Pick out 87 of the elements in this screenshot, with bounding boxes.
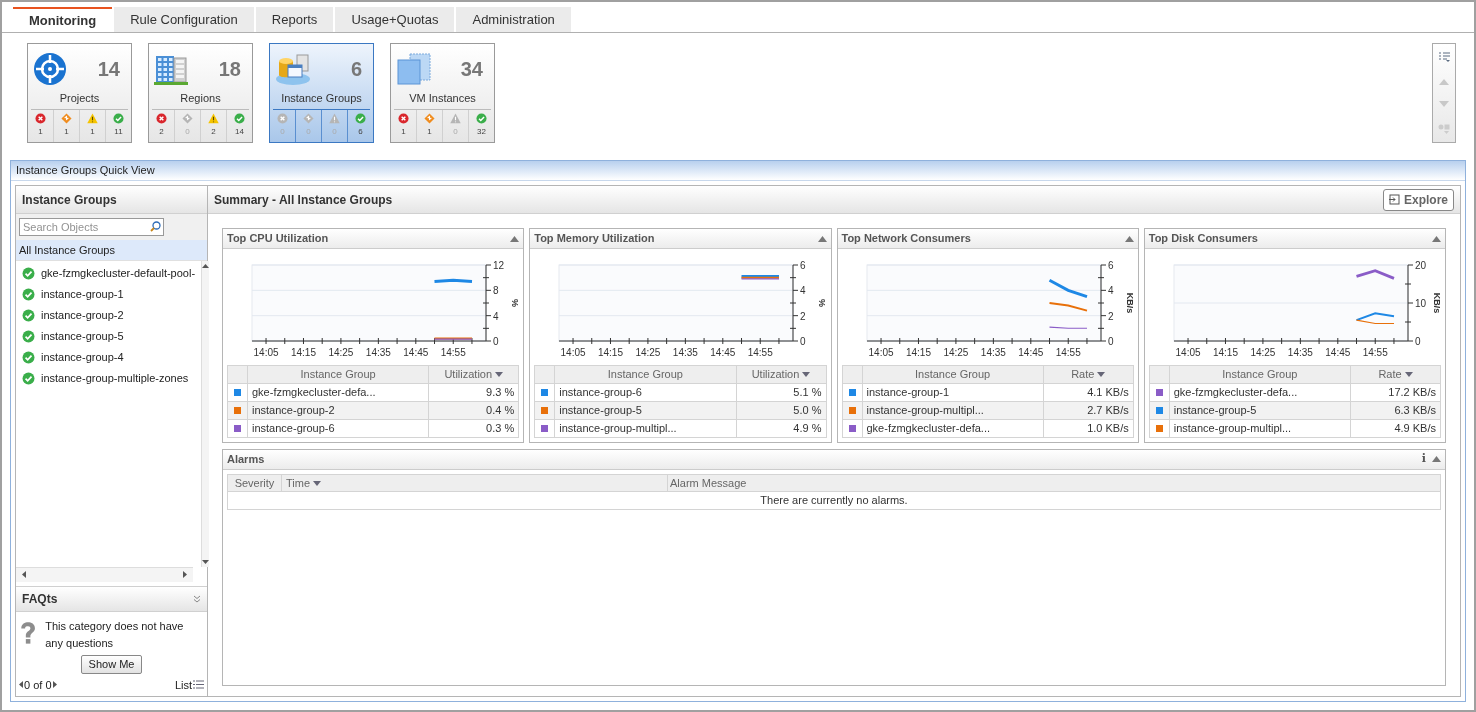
x-tick-label: 14:35	[1287, 347, 1313, 358]
panel-title: Instance Groups Quick View	[16, 163, 155, 179]
y-tick-label: 4	[800, 285, 806, 297]
x-tick-label: 14:05	[560, 347, 586, 358]
y-tick-label: 2	[1107, 310, 1114, 322]
y-tick-label: 8	[493, 285, 499, 297]
table-cell: 5.0 %	[736, 401, 826, 419]
panel-title: Alarms	[227, 451, 265, 467]
x-tick-label: 14:15	[1212, 347, 1238, 358]
tile-count: 14	[97, 56, 121, 82]
y-tick-label: 20	[1414, 260, 1426, 271]
y-tick-label: 6	[800, 260, 806, 271]
table-cell: 17.2 KB/s	[1350, 383, 1441, 401]
y-axis-label: %	[817, 299, 826, 307]
table-cell: 6.3 KB/s	[1350, 401, 1441, 419]
table-cell: instance-group-6	[554, 383, 736, 401]
x-tick-label: 14:25	[635, 347, 661, 358]
table-cell: 9.3 %	[428, 383, 519, 401]
x-tick-label: 14:15	[598, 347, 624, 358]
empty-message: There are currently no alarms.	[227, 491, 1441, 510]
x-tick-label: 14:35	[365, 347, 391, 358]
y-tick-label: 10	[1414, 298, 1426, 309]
table-cell: 4.9 KB/s	[1350, 419, 1441, 437]
table-cell: 4.9 %	[736, 419, 826, 437]
y-tick-label: 0	[493, 336, 499, 347]
x-tick-label: 14:35	[673, 347, 699, 358]
table-cell: instance-group-5	[1169, 401, 1351, 419]
x-tick-label: 14:05	[253, 347, 279, 358]
x-tick-label: 14:15	[905, 347, 931, 358]
y-axis-label: KB/s	[1124, 292, 1133, 314]
table-cell: instance-group-2	[247, 401, 429, 419]
table-cell: 5.1 %	[736, 383, 826, 401]
tile-label: VM Instances	[408, 91, 477, 106]
x-tick-label: 14:55	[440, 347, 466, 358]
x-tick-label: 14:55	[748, 347, 774, 358]
table-cell: 4.1 KB/s	[1043, 383, 1134, 401]
table-cell: gke-fzmgkecluster-defa...	[247, 383, 429, 401]
y-tick-label: 4	[493, 310, 499, 322]
x-tick-label: 14:55	[1055, 347, 1081, 358]
panel-title: Top Memory Utilization	[534, 231, 655, 247]
table-cell: 1.0 KB/s	[1043, 419, 1134, 437]
x-tick-label: 14:15	[291, 347, 317, 358]
table-cell: instance-group-multipl...	[554, 419, 736, 437]
x-tick-label: 14:45	[710, 347, 736, 358]
tile-label: Regions	[179, 91, 222, 106]
y-tick-label: 4	[1107, 285, 1114, 297]
tile-count: 18	[218, 56, 242, 82]
x-tick-label: 14:55	[1362, 347, 1388, 358]
x-tick-label: 14:25	[1250, 347, 1276, 358]
y-tick-label: 0	[1414, 336, 1421, 347]
y-axis-label: KB/s	[1431, 292, 1440, 314]
table-cell: 0.4 %	[428, 401, 519, 419]
x-tick-label: 14:25	[943, 347, 969, 358]
table-cell: 0.3 %	[428, 419, 519, 437]
y-tick-label: 0	[1107, 336, 1114, 347]
x-tick-label: 14:05	[868, 347, 894, 358]
tile-count: 34	[460, 56, 484, 82]
summary-title: Summary - All Instance Groups	[214, 191, 393, 209]
x-tick-label: 14:45	[403, 347, 429, 358]
pager-label: 0 of 0	[24, 677, 52, 693]
panel-title: Top Network Consumers	[841, 231, 971, 247]
y-tick-label: 2	[800, 310, 806, 322]
table-cell: instance-group-multipl...	[1169, 419, 1351, 437]
panel-title: Top CPU Utilization	[227, 231, 329, 247]
table-cell: gke-fzmgkecluster-defa...	[862, 419, 1044, 437]
faq-title: FAQts	[22, 590, 58, 608]
tile-label: Projects	[58, 91, 101, 106]
tile-label: Instance Groups	[280, 91, 363, 106]
x-tick-label: 14:35	[980, 347, 1006, 358]
x-tick-label: 14:25	[328, 347, 354, 358]
faq-message: This category does not have any questions	[45, 618, 185, 651]
table-cell: instance-group-multipl...	[862, 401, 1044, 419]
x-tick-label: 14:45	[1325, 347, 1351, 358]
y-tick-label: 0	[800, 336, 806, 347]
x-tick-label: 14:05	[1175, 347, 1201, 358]
table-cell: gke-fzmgkecluster-defa...	[1169, 383, 1351, 401]
y-tick-label: 12	[493, 260, 505, 271]
tile-count: 6	[350, 56, 363, 82]
table-cell: instance-group-1	[862, 383, 1044, 401]
table-cell: 2.7 KB/s	[1043, 401, 1134, 419]
sidebar-title: Instance Groups	[22, 191, 117, 209]
table-cell: instance-group-5	[554, 401, 736, 419]
y-tick-label: 6	[1107, 260, 1114, 271]
x-tick-label: 14:45	[1017, 347, 1043, 358]
y-axis-label: %	[510, 299, 519, 307]
panel-title: Top Disk Consumers	[1148, 231, 1258, 247]
table-cell: instance-group-6	[247, 419, 429, 437]
